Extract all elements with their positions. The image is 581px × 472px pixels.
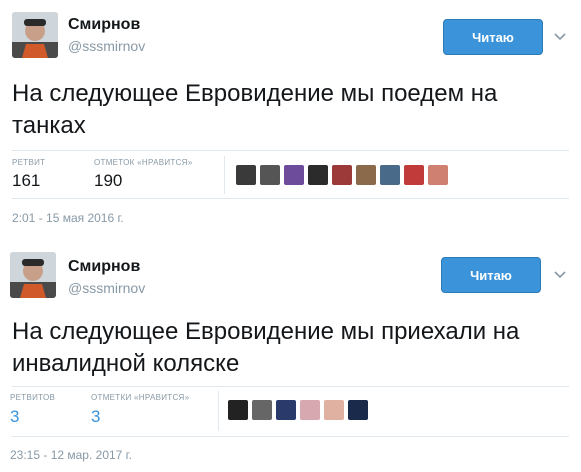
user-handle[interactable]: @sssmirnov (68, 280, 145, 296)
divider (12, 436, 569, 437)
chevron-down-icon[interactable] (553, 270, 567, 280)
divider (12, 150, 569, 151)
retweets-count[interactable]: 3 (10, 407, 19, 427)
tweet-card: Смирнов @sssmirnov Читаю На следующее Ев… (0, 240, 581, 472)
likes-label: ОТМЕТКИ «НРАВИТСЯ» (91, 393, 190, 402)
avatar[interactable] (12, 12, 58, 58)
timestamp[interactable]: 23:15 - 12 мар. 2017 г. (10, 448, 132, 462)
following-button[interactable]: Читаю (441, 257, 541, 293)
liker-avatar[interactable] (300, 400, 320, 420)
user-handle[interactable]: @sssmirnov (68, 38, 145, 54)
likes-count[interactable]: 190 (94, 171, 122, 191)
liker-avatar[interactable] (236, 165, 256, 185)
retweets-label: РЕТВИТОВ (10, 393, 56, 402)
liker-avatar[interactable] (404, 165, 424, 185)
retweets-label: РЕТВИТ (12, 158, 46, 167)
avatar[interactable] (10, 252, 56, 298)
timestamp[interactable]: 2:01 - 15 мая 2016 г. (12, 211, 124, 225)
tweet-text-line: На следующее Евровидение мы поедем на (12, 80, 498, 107)
divider (12, 198, 569, 199)
stats-separator (224, 156, 225, 194)
liker-avatar[interactable] (308, 165, 328, 185)
liker-avatar[interactable] (356, 165, 376, 185)
likers-list (228, 400, 368, 420)
display-name[interactable]: Смирнов (68, 16, 140, 34)
liker-avatar[interactable] (348, 400, 368, 420)
tweet-text-line: танках (12, 112, 86, 139)
tweet-text-line: инвалидной коляске (12, 350, 240, 377)
tweet-card: Смирнов @sssmirnov Читаю На следующее Ев… (0, 0, 581, 236)
tweet-text: На следующее Евровидение мы приехали на … (12, 316, 519, 380)
chevron-down-icon[interactable] (553, 32, 567, 42)
tweet-text-line: На следующее Евровидение мы приехали на (12, 318, 520, 345)
liker-avatar[interactable] (252, 400, 272, 420)
tweet-text: На следующее Евровидение мы поедем на та… (12, 78, 497, 142)
liker-avatar[interactable] (276, 400, 296, 420)
liker-avatar[interactable] (228, 400, 248, 420)
divider (12, 386, 569, 387)
liker-avatar[interactable] (260, 165, 280, 185)
liker-avatar[interactable] (332, 165, 352, 185)
retweets-count[interactable]: 161 (12, 171, 40, 191)
following-button[interactable]: Читаю (443, 19, 543, 55)
stats-separator (218, 391, 219, 431)
likers-list (236, 165, 448, 185)
liker-avatar[interactable] (324, 400, 344, 420)
liker-avatar[interactable] (428, 165, 448, 185)
liker-avatar[interactable] (380, 165, 400, 185)
likes-label: ОТМЕТОК «НРАВИТСЯ» (94, 158, 193, 167)
display-name[interactable]: Смирнов (68, 258, 140, 276)
liker-avatar[interactable] (284, 165, 304, 185)
likes-count[interactable]: 3 (91, 407, 100, 427)
